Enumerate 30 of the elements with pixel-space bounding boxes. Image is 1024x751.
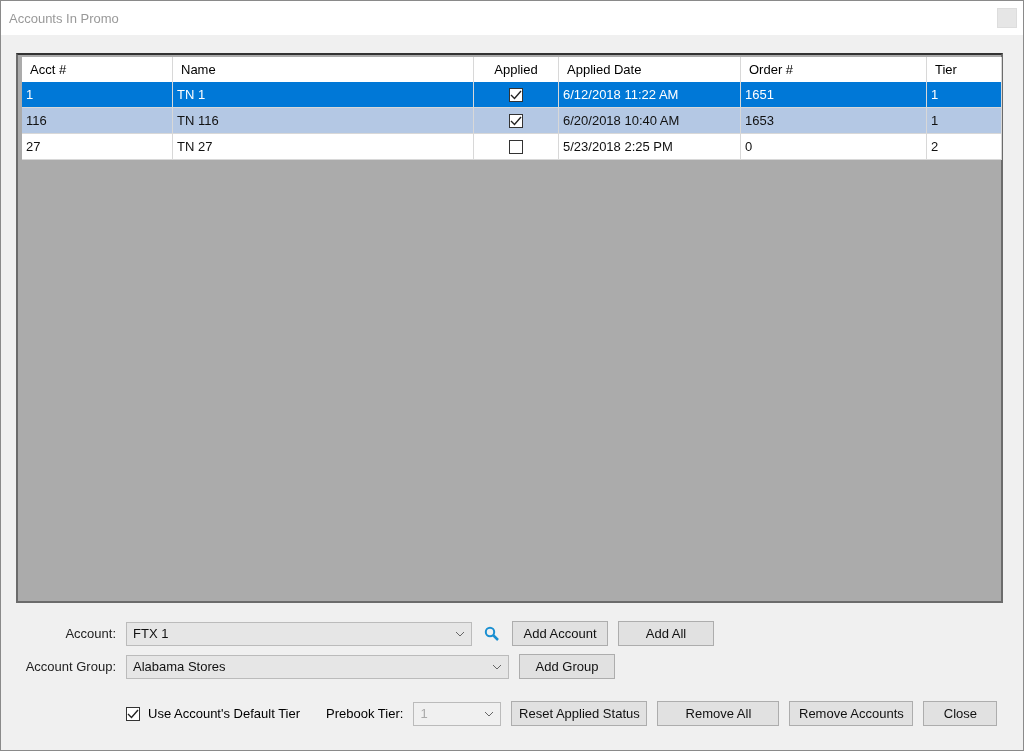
checkbox[interactable] (509, 87, 523, 102)
field-label: Account Group: (24, 659, 116, 674)
checkbox[interactable] (509, 139, 523, 154)
checkbox[interactable] (509, 113, 523, 128)
add-group-button[interactable]: Add Group (519, 654, 615, 679)
table-row[interactable]: 1 TN 1 6/12/2018 11:22 AM 1651 1 (22, 82, 1002, 108)
table-cell: TN 27 (173, 134, 474, 160)
action-button[interactable]: Remove Accounts (789, 701, 914, 726)
checkbox-label: Use Account's Default Tier (148, 706, 301, 721)
caret-icon (492, 663, 502, 670)
checkbox[interactable] (126, 706, 140, 721)
table-cell: 5/23/2018 2:25 PM (559, 134, 741, 160)
caret-icon (484, 710, 495, 717)
table-cell: 2 (927, 134, 1002, 160)
search-icon[interactable] (484, 625, 500, 642)
window-title: Accounts In Promo (9, 10, 119, 26)
add-account-button[interactable]: Add Account (512, 621, 608, 646)
action-button[interactable]: Reset Applied Status (511, 701, 648, 726)
account-dropdown[interactable]: FTX 1 (126, 621, 472, 646)
field-label: Prebook Tier: (326, 706, 404, 721)
action-button[interactable]: Remove All (657, 701, 780, 726)
action-button[interactable]: Close (923, 701, 998, 726)
caret-icon (455, 630, 465, 637)
table-cell: 27 (22, 134, 173, 160)
field-label: Account: (64, 626, 116, 641)
add-all-button[interactable]: Add All (618, 621, 714, 646)
account-group-dropdown[interactable]: Alabama Stores (126, 654, 509, 679)
table-cell: 0 (741, 134, 927, 160)
table-row[interactable]: 27 TN 27 5/23/2018 2:25 PM 0 2 (22, 134, 1002, 160)
table-row[interactable]: 116 TN 116 6/20/2018 10:40 AM 1653 1 (22, 108, 1002, 134)
